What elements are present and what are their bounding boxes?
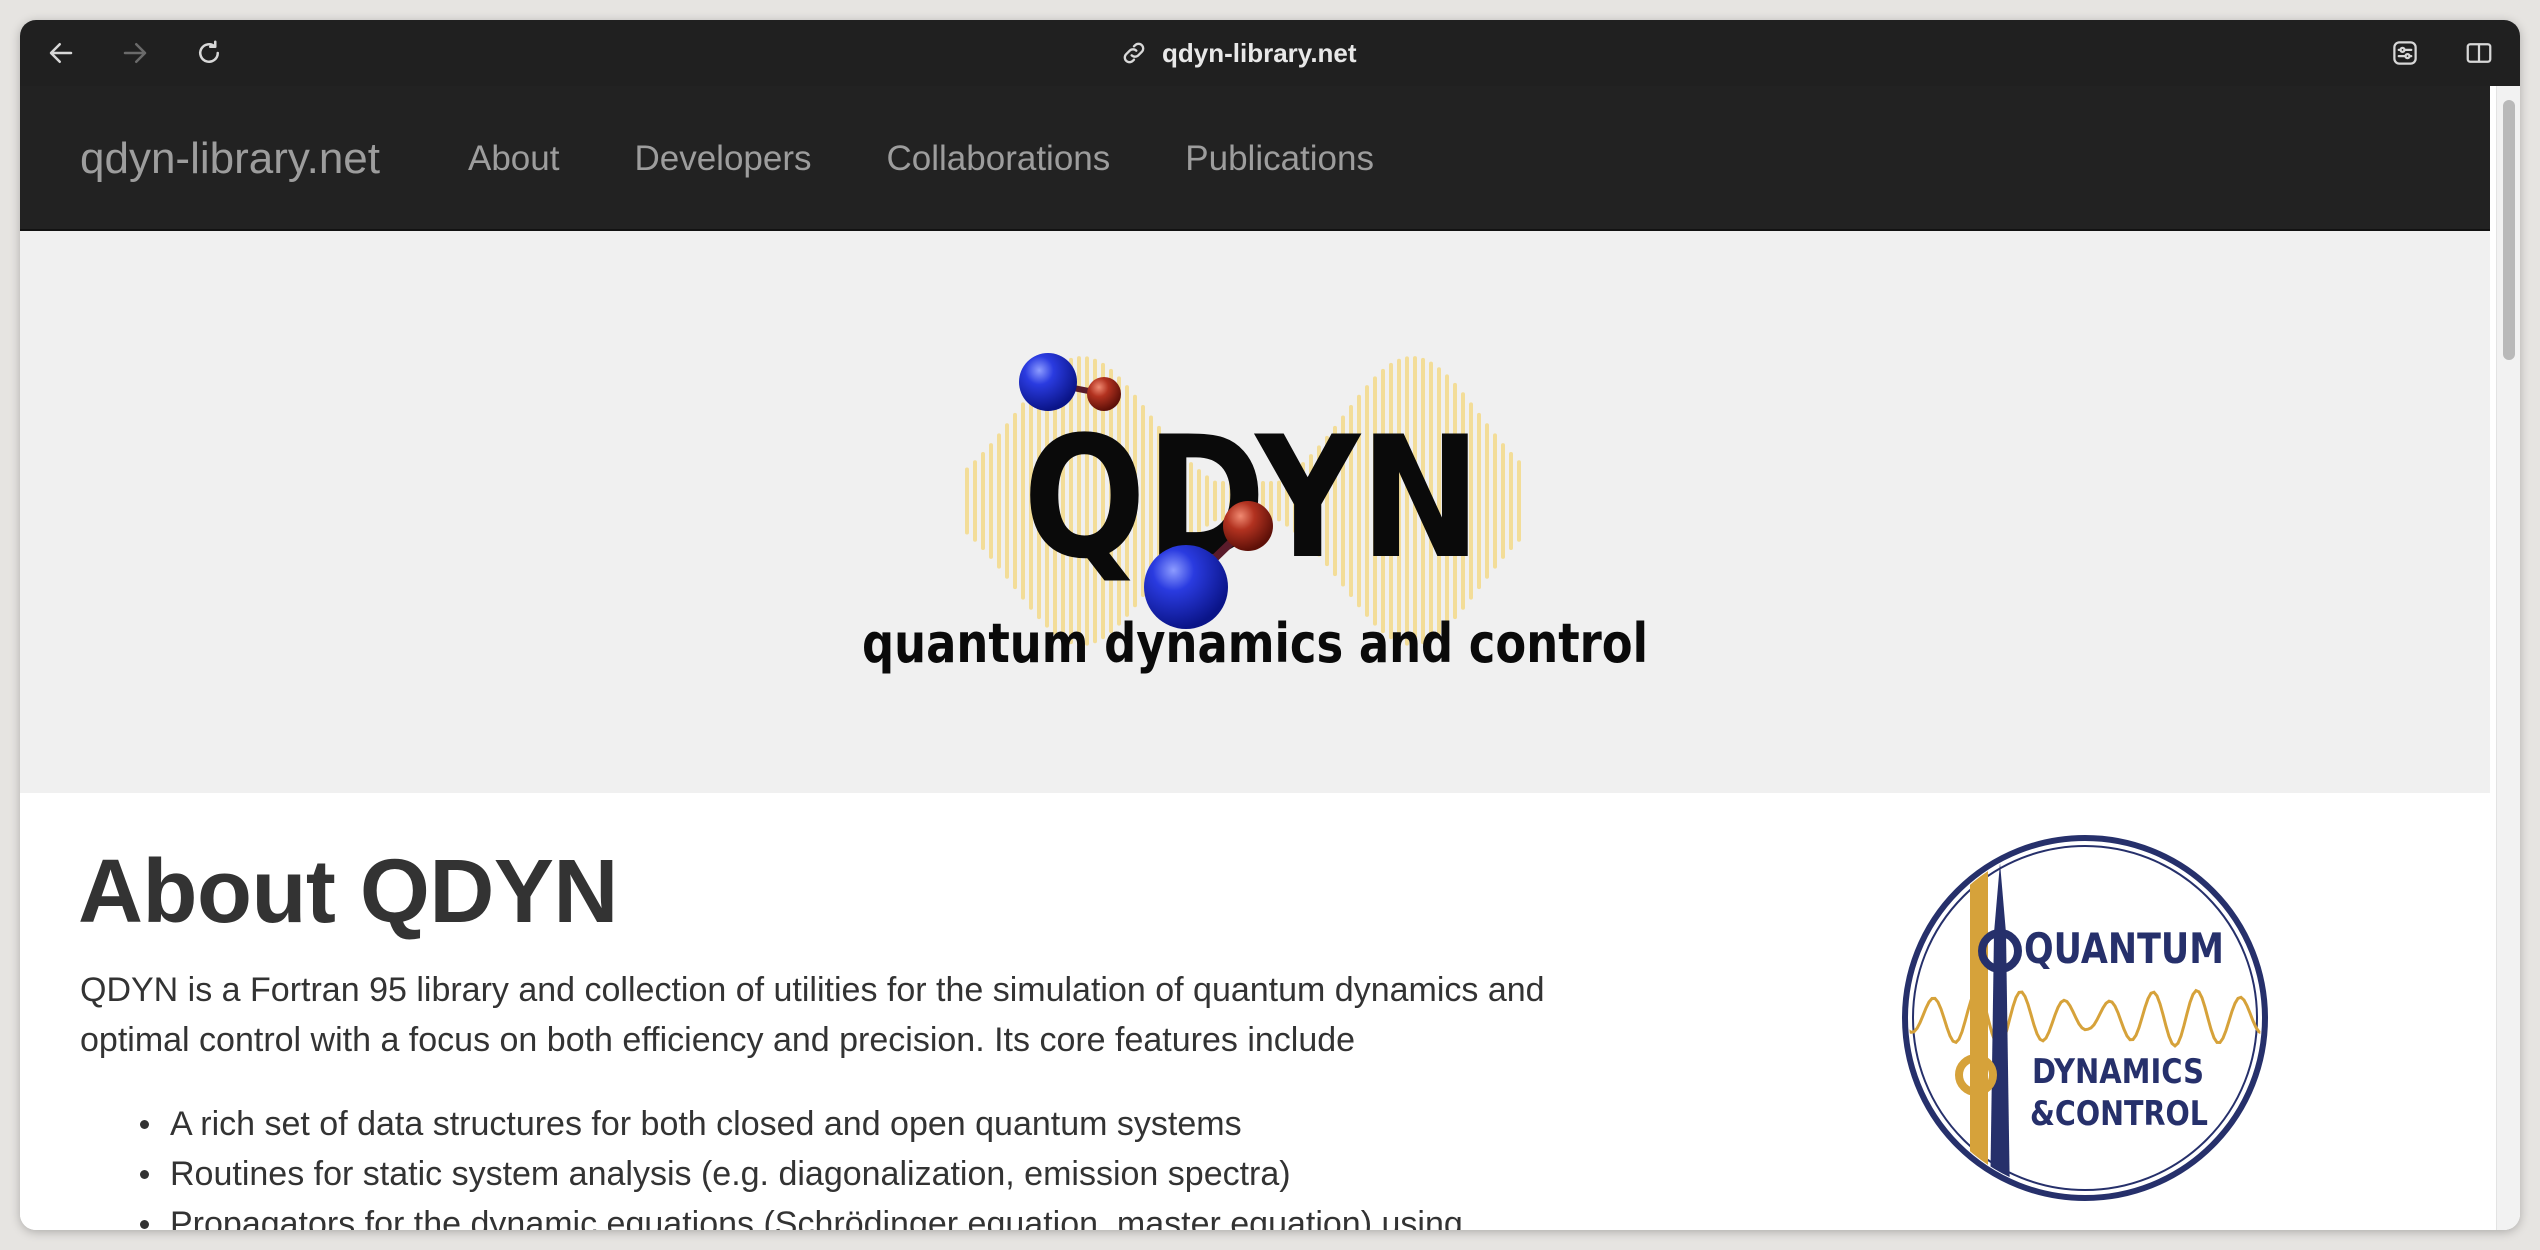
intro-paragraph: QDYN is a Fortran 95 library and collect… bbox=[80, 971, 1545, 1059]
hero-banner: QDYN quantum dynamics and control bbox=[20, 231, 2490, 793]
page-settings-button[interactable] bbox=[2384, 32, 2426, 74]
url-text: qdyn-library.net bbox=[1162, 37, 1357, 68]
reload-button[interactable] bbox=[188, 32, 230, 74]
page-title: About QDYN bbox=[78, 842, 618, 942]
about-section: About QDYN QDYN is a Fortran 95 library … bbox=[20, 793, 2490, 1230]
logo-subtitle: quantum dynamics and control bbox=[862, 612, 1648, 675]
forward-button[interactable] bbox=[114, 32, 156, 74]
page-settings-icon bbox=[2393, 41, 2417, 65]
back-button[interactable] bbox=[40, 32, 82, 74]
link-icon bbox=[1123, 42, 1145, 64]
qdyn-logo: QDYN quantum dynamics and control bbox=[20, 231, 2490, 793]
browser-toolbar: qdyn-library.net bbox=[20, 20, 2520, 86]
list-item: Routines for static system analysis (e.g… bbox=[140, 1149, 1730, 1199]
sidebar-toggle-button[interactable] bbox=[2458, 32, 2500, 74]
nav-link-publications[interactable]: Publications bbox=[1185, 139, 1374, 179]
nav-link-developers[interactable]: Developers bbox=[634, 139, 811, 179]
scrollbar-thumb[interactable] bbox=[2503, 100, 2515, 360]
features-list: A rich set of data structures for both c… bbox=[140, 1099, 1730, 1230]
list-item: A rich set of data structures for both c… bbox=[140, 1099, 1730, 1149]
list-item: Propagators for the dynamic equations (S… bbox=[140, 1199, 1730, 1230]
quantum-dynamics-control-badge: QUANTUM DYNAMICS &CONTROL bbox=[1900, 833, 2270, 1203]
sidebar-icon bbox=[2466, 43, 2492, 63]
browser-window: qdyn-library.net qdyn-library.net About bbox=[20, 20, 2520, 1230]
arrow-right-icon bbox=[123, 43, 147, 63]
reload-icon bbox=[199, 40, 219, 63]
site-brand-link[interactable]: qdyn-library.net bbox=[80, 86, 380, 231]
nav-links: About Developers Collaborations Publicat… bbox=[468, 86, 1449, 231]
badge-line2: DYNAMICS bbox=[2032, 1052, 2204, 1092]
site-navbar: qdyn-library.net About Developers Collab… bbox=[20, 86, 2490, 231]
page-content: qdyn-library.net About Developers Collab… bbox=[20, 86, 2490, 1230]
address-bar[interactable]: qdyn-library.net bbox=[1120, 20, 1357, 86]
badge-line3: &CONTROL bbox=[2030, 1094, 2208, 1134]
badge-line1: QUANTUM bbox=[2024, 924, 2224, 973]
arrow-left-icon bbox=[49, 43, 73, 63]
logo-title: QDYN bbox=[1023, 400, 1481, 596]
nav-link-about[interactable]: About bbox=[468, 139, 559, 179]
vertical-scrollbar[interactable] bbox=[2496, 86, 2520, 1230]
page-viewport: qdyn-library.net About Developers Collab… bbox=[20, 86, 2520, 1230]
nav-link-collaborations[interactable]: Collaborations bbox=[887, 139, 1111, 179]
